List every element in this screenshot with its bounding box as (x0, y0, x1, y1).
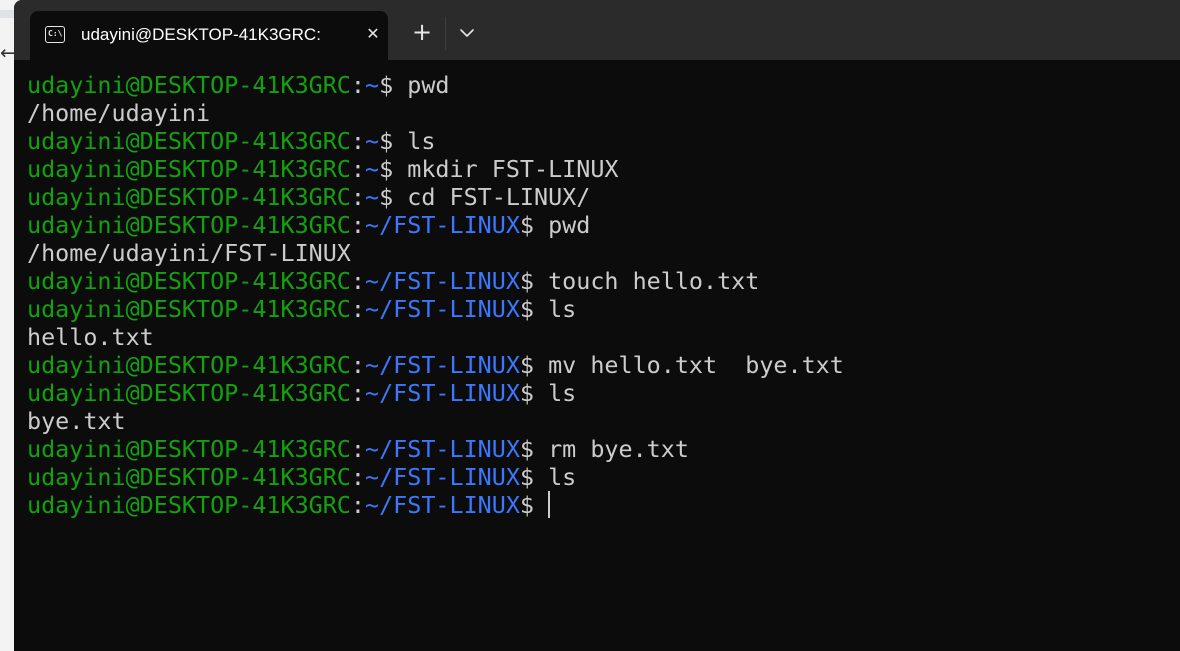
prompt-colon: : (350, 155, 365, 183)
prompt-path: ~/FST-LINUX (365, 463, 520, 491)
prompt-user: udayini@DESKTOP-41K3GRC (27, 491, 351, 519)
prompt-path: ~/FST-LINUX (365, 351, 520, 379)
titlebar-divider (445, 17, 446, 50)
prompt-path: ~/FST-LINUX (365, 379, 520, 407)
prompt-dollar: $ (519, 463, 534, 491)
prompt-user: udayini@DESKTOP-41K3GRC (27, 267, 351, 295)
terminal-icon-glyph: C:\ (48, 29, 63, 38)
prompt-line: udayini@DESKTOP-41K3GRC:~/FST-LINUX$ ls (27, 295, 1167, 323)
prompt-path: ~/FST-LINUX (365, 211, 520, 239)
output-text: /home/udayini (27, 99, 211, 127)
prompt-dollar: $ (519, 211, 534, 239)
command-text: mkdir FST-LINUX (393, 155, 619, 183)
prompt-line: udayini@DESKTOP-41K3GRC:~/FST-LINUX$ tou… (27, 267, 1167, 295)
prompt-dollar: $ (379, 127, 394, 155)
command-text: pwd (393, 71, 450, 99)
plus-icon[interactable]: + (410, 20, 434, 44)
prompt-dollar: $ (379, 183, 394, 211)
output-text: bye.txt (27, 407, 126, 435)
prompt-dollar: $ (519, 351, 534, 379)
terminal-icon: C:\ (45, 26, 65, 43)
output-text: /home/udayini/FST-LINUX (27, 239, 351, 267)
prompt-colon: : (350, 435, 365, 463)
prompt-dollar: $ (519, 435, 534, 463)
prompt-path: ~/FST-LINUX (365, 435, 520, 463)
prompt-colon: : (350, 351, 365, 379)
command-text: pwd (534, 211, 591, 239)
prompt-line: udayini@DESKTOP-41K3GRC:~/FST-LINUX$ ls (27, 463, 1167, 491)
prompt-colon: : (350, 127, 365, 155)
prompt-colon: : (350, 379, 365, 407)
prompt-line: udayini@DESKTOP-41K3GRC:~/FST-LINUX$ (27, 491, 1167, 519)
terminal-tab[interactable]: C:\ udayini@DESKTOP-41K3GRC: ✕ (30, 11, 388, 60)
prompt-line: udayini@DESKTOP-41K3GRC:~/FST-LINUX$ pwd (27, 211, 1167, 239)
command-text: mv hello.txt bye.txt (534, 351, 844, 379)
command-text: ls (534, 295, 577, 323)
prompt-user: udayini@DESKTOP-41K3GRC (27, 211, 351, 239)
prompt-path: ~/FST-LINUX (365, 491, 520, 519)
prompt-line: udayini@DESKTOP-41K3GRC:~$ ls (27, 127, 1167, 155)
prompt-user: udayini@DESKTOP-41K3GRC (27, 351, 351, 379)
prompt-user: udayini@DESKTOP-41K3GRC (27, 463, 351, 491)
prompt-line: udayini@DESKTOP-41K3GRC:~$ cd FST-LINUX/ (27, 183, 1167, 211)
prompt-path: ~ (365, 127, 380, 155)
prompt-line: udayini@DESKTOP-41K3GRC:~/FST-LINUX$ mv … (27, 351, 1167, 379)
arrow-left-icon[interactable]: ← (0, 42, 16, 64)
prompt-user: udayini@DESKTOP-41K3GRC (27, 71, 351, 99)
prompt-path: ~ (365, 155, 380, 183)
command-text: cd FST-LINUX/ (393, 183, 591, 211)
command-text: rm bye.txt (534, 435, 689, 463)
tab-title: udayini@DESKTOP-41K3GRC: (81, 25, 321, 44)
prompt-user: udayini@DESKTOP-41K3GRC (27, 183, 351, 211)
prompt-user: udayini@DESKTOP-41K3GRC (27, 435, 351, 463)
prompt-user: udayini@DESKTOP-41K3GRC (27, 379, 351, 407)
command-text: touch hello.txt (534, 267, 760, 295)
prompt-line: udayini@DESKTOP-41K3GRC:~/FST-LINUX$ rm … (27, 435, 1167, 463)
prompt-colon: : (350, 463, 365, 491)
title-bar: C:\ udayini@DESKTOP-41K3GRC: ✕ + (14, 0, 1180, 60)
prompt-user: udayini@DESKTOP-41K3GRC (27, 155, 351, 183)
command-text: ls (534, 379, 577, 407)
output-line: /home/udayini (27, 99, 1167, 127)
prompt-colon: : (350, 211, 365, 239)
prompt-path: ~ (365, 183, 380, 211)
prompt-colon: : (350, 183, 365, 211)
prompt-user: udayini@DESKTOP-41K3GRC (27, 127, 351, 155)
prompt-dollar: $ (519, 267, 534, 295)
terminal-window: C:\ udayini@DESKTOP-41K3GRC: ✕ + udayini… (14, 0, 1180, 651)
prompt-colon: : (350, 295, 365, 323)
output-line: hello.txt (27, 323, 1167, 351)
text-cursor (548, 491, 550, 518)
prompt-colon: : (350, 267, 365, 295)
prompt-dollar: $ (519, 491, 534, 519)
prompt-path: ~/FST-LINUX (365, 267, 520, 295)
prompt-dollar: $ (519, 379, 534, 407)
prompt-dollar: $ (519, 295, 534, 323)
output-line: /home/udayini/FST-LINUX (27, 239, 1167, 267)
terminal-output[interactable]: udayini@DESKTOP-41K3GRC:~$ pwd/home/uday… (27, 71, 1167, 519)
prompt-line: udayini@DESKTOP-41K3GRC:~/FST-LINUX$ ls (27, 379, 1167, 407)
prompt-dollar: $ (379, 155, 394, 183)
prompt-colon: : (350, 491, 365, 519)
close-icon[interactable]: ✕ (362, 23, 384, 45)
output-line: bye.txt (27, 407, 1167, 435)
prompt-path: ~/FST-LINUX (365, 295, 520, 323)
command-text: ls (534, 463, 577, 491)
prompt-line: udayini@DESKTOP-41K3GRC:~$ mkdir FST-LIN… (27, 155, 1167, 183)
prompt-colon: : (350, 71, 365, 99)
prompt-dollar: $ (379, 71, 394, 99)
command-text: ls (393, 127, 436, 155)
output-text: hello.txt (27, 323, 154, 351)
prompt-path: ~ (365, 71, 380, 99)
chevron-down-icon[interactable] (456, 22, 478, 44)
prompt-user: udayini@DESKTOP-41K3GRC (27, 295, 351, 323)
prompt-line: udayini@DESKTOP-41K3GRC:~$ pwd (27, 71, 1167, 99)
